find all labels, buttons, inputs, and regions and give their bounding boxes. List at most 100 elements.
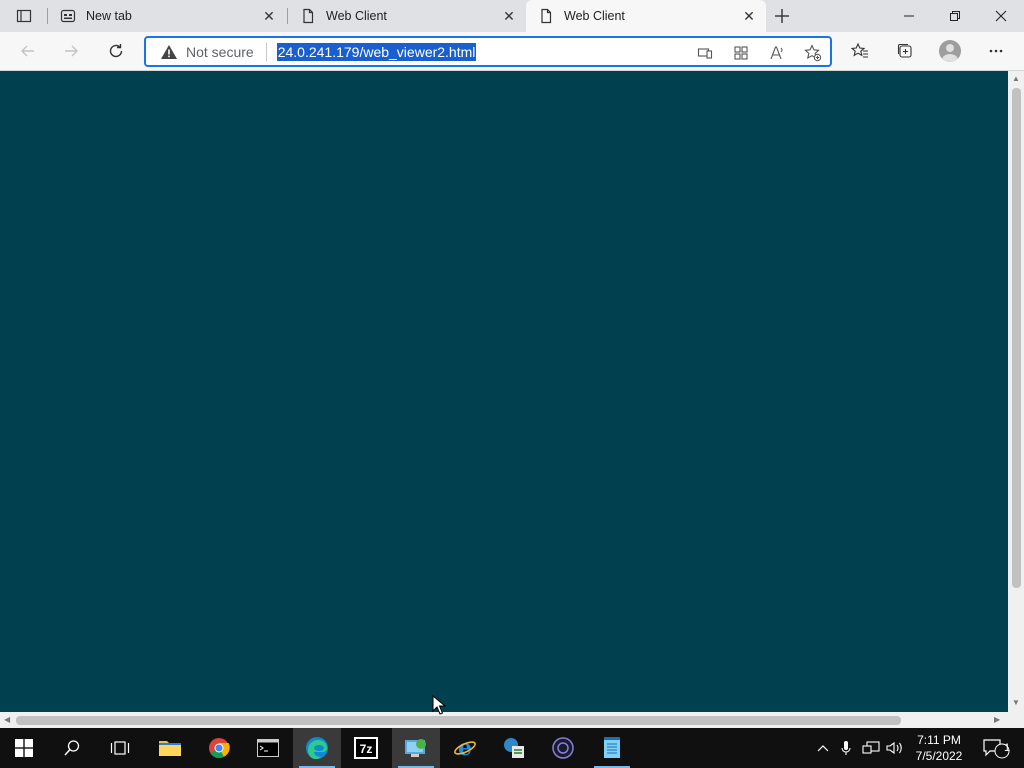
action-center-button[interactable]: 1 — [978, 728, 1014, 768]
search-button[interactable] — [48, 728, 96, 768]
address-bar-actions — [694, 42, 824, 64]
terminal-icon — [257, 739, 279, 757]
page-icon — [300, 8, 316, 24]
tab-title: Web Client — [564, 9, 625, 23]
open-in-app-icon[interactable] — [694, 42, 716, 64]
vertical-scrollbar[interactable]: ▲ ▼ — [1008, 71, 1024, 712]
apps-grid-icon[interactable] — [730, 42, 752, 64]
tab-actions-icon — [16, 9, 32, 23]
obs-icon — [552, 737, 574, 759]
scrollbar-corner — [1008, 712, 1024, 728]
horizontal-scroll-thumb[interactable] — [16, 716, 901, 725]
scroll-right-arrow-icon[interactable]: ▶ — [994, 715, 1000, 724]
internet-explorer-icon: e — [454, 736, 476, 760]
taskbar-app-terminal[interactable] — [244, 728, 292, 768]
tab-title: Web Client — [326, 9, 387, 23]
web-page-content[interactable] — [0, 71, 1008, 712]
close-tab-button[interactable]: ✕ — [500, 7, 518, 25]
clock-date: 7/5/2022 — [915, 749, 963, 763]
newtab-page-icon — [60, 8, 76, 24]
collections-button[interactable] — [890, 37, 920, 65]
refresh-icon — [109, 44, 123, 58]
page-icon — [538, 8, 554, 24]
chevron-up-icon — [817, 745, 829, 752]
tab-actions-menu-button[interactable] — [8, 5, 40, 27]
task-view-button[interactable] — [96, 728, 144, 768]
forward-arrow-icon — [65, 45, 78, 57]
file-explorer-icon — [159, 741, 181, 756]
mouse-cursor-icon — [432, 695, 446, 715]
scroll-down-arrow-icon[interactable]: ▼ — [1012, 698, 1020, 707]
svg-text:e: e — [458, 736, 472, 760]
browser-toolbar: Not secure 24.0.241.179/web_viewer2.html — [0, 32, 1024, 71]
notification-count-badge: 1 — [1004, 742, 1011, 754]
taskbar-app-edge[interactable] — [293, 728, 341, 768]
network-app-icon — [405, 739, 426, 757]
windows-logo-icon — [15, 739, 33, 757]
tab-web-client-active[interactable]: Web Client ✕ — [526, 0, 766, 32]
speaker-icon — [886, 741, 902, 755]
clock-time: 7:11 PM — [917, 733, 961, 747]
restore-button[interactable] — [932, 0, 978, 32]
volume-tray-button[interactable] — [884, 728, 906, 768]
more-options-icon — [989, 49, 1003, 53]
forward-button[interactable] — [56, 37, 86, 65]
taskbar-app-obs[interactable] — [539, 728, 587, 768]
task-view-icon — [110, 741, 130, 755]
vertical-scroll-thumb[interactable] — [1012, 88, 1021, 588]
plus-icon — [775, 9, 789, 23]
system-clock[interactable]: 7:11 PM 7/5/2022 — [906, 732, 972, 764]
search-icon — [64, 740, 80, 756]
close-window-button[interactable] — [978, 0, 1024, 32]
network-icon — [862, 741, 880, 754]
tab-web-client[interactable]: Web Client ✕ — [288, 0, 526, 32]
taskbar-app-chrome[interactable] — [195, 728, 243, 768]
minimize-icon — [904, 15, 914, 17]
close-tab-button[interactable]: ✕ — [260, 7, 278, 25]
close-tab-button[interactable]: ✕ — [740, 7, 758, 25]
start-button[interactable] — [0, 728, 48, 768]
taskbar-app-settings[interactable] — [490, 728, 538, 768]
minimize-button[interactable] — [886, 0, 932, 32]
microphone-tray-button[interactable] — [838, 728, 854, 768]
show-hidden-icons-button[interactable] — [813, 728, 833, 768]
close-icon — [995, 10, 1007, 22]
notepad-icon — [604, 737, 620, 758]
favorites-icon — [851, 42, 868, 58]
back-arrow-icon — [21, 45, 34, 57]
settings-app-icon — [504, 738, 524, 758]
horizontal-scrollbar[interactable]: ◀ ▶ — [0, 712, 1008, 728]
add-favorite-icon[interactable] — [802, 42, 824, 64]
tab-strip: New tab ✕ Web Client ✕ Web Client ✕ — [0, 0, 1024, 32]
profile-button[interactable] — [935, 37, 965, 65]
taskbar-app-notepad[interactable] — [588, 728, 636, 768]
scroll-left-arrow-icon[interactable]: ◀ — [4, 715, 10, 724]
new-tab-button[interactable] — [768, 4, 796, 28]
tab-title: New tab — [86, 9, 132, 23]
microphone-icon — [841, 741, 851, 755]
chrome-icon — [209, 738, 230, 759]
address-divider — [265, 42, 267, 61]
warning-icon[interactable] — [160, 43, 178, 61]
scroll-up-arrow-icon[interactable]: ▲ — [1012, 74, 1020, 83]
taskbar: 7z e 7:11 PM 7/5/2022 1 — [0, 728, 1024, 768]
edge-icon — [306, 737, 328, 759]
avatar — [939, 40, 961, 62]
security-label[interactable]: Not secure — [186, 44, 254, 60]
read-aloud-icon[interactable] — [766, 42, 788, 64]
refresh-button[interactable] — [101, 37, 131, 65]
restore-icon — [950, 11, 960, 21]
tab-new-tab[interactable]: New tab ✕ — [48, 0, 286, 32]
collections-icon — [897, 43, 912, 58]
settings-menu-button[interactable] — [981, 37, 1011, 65]
taskbar-app-7zip[interactable]: 7z — [342, 728, 390, 768]
network-tray-button[interactable] — [860, 728, 882, 768]
favorites-button[interactable] — [845, 37, 875, 65]
url-text[interactable]: 24.0.241.179/web_viewer2.html — [276, 42, 477, 61]
back-button[interactable] — [13, 37, 43, 65]
taskbar-app-file-explorer[interactable] — [146, 728, 194, 768]
taskbar-app-network-tool[interactable] — [392, 728, 440, 768]
address-bar[interactable]: Not secure 24.0.241.179/web_viewer2.html — [144, 36, 832, 67]
taskbar-app-internet-explorer[interactable]: e — [441, 728, 489, 768]
7zip-icon: 7z — [354, 737, 378, 759]
